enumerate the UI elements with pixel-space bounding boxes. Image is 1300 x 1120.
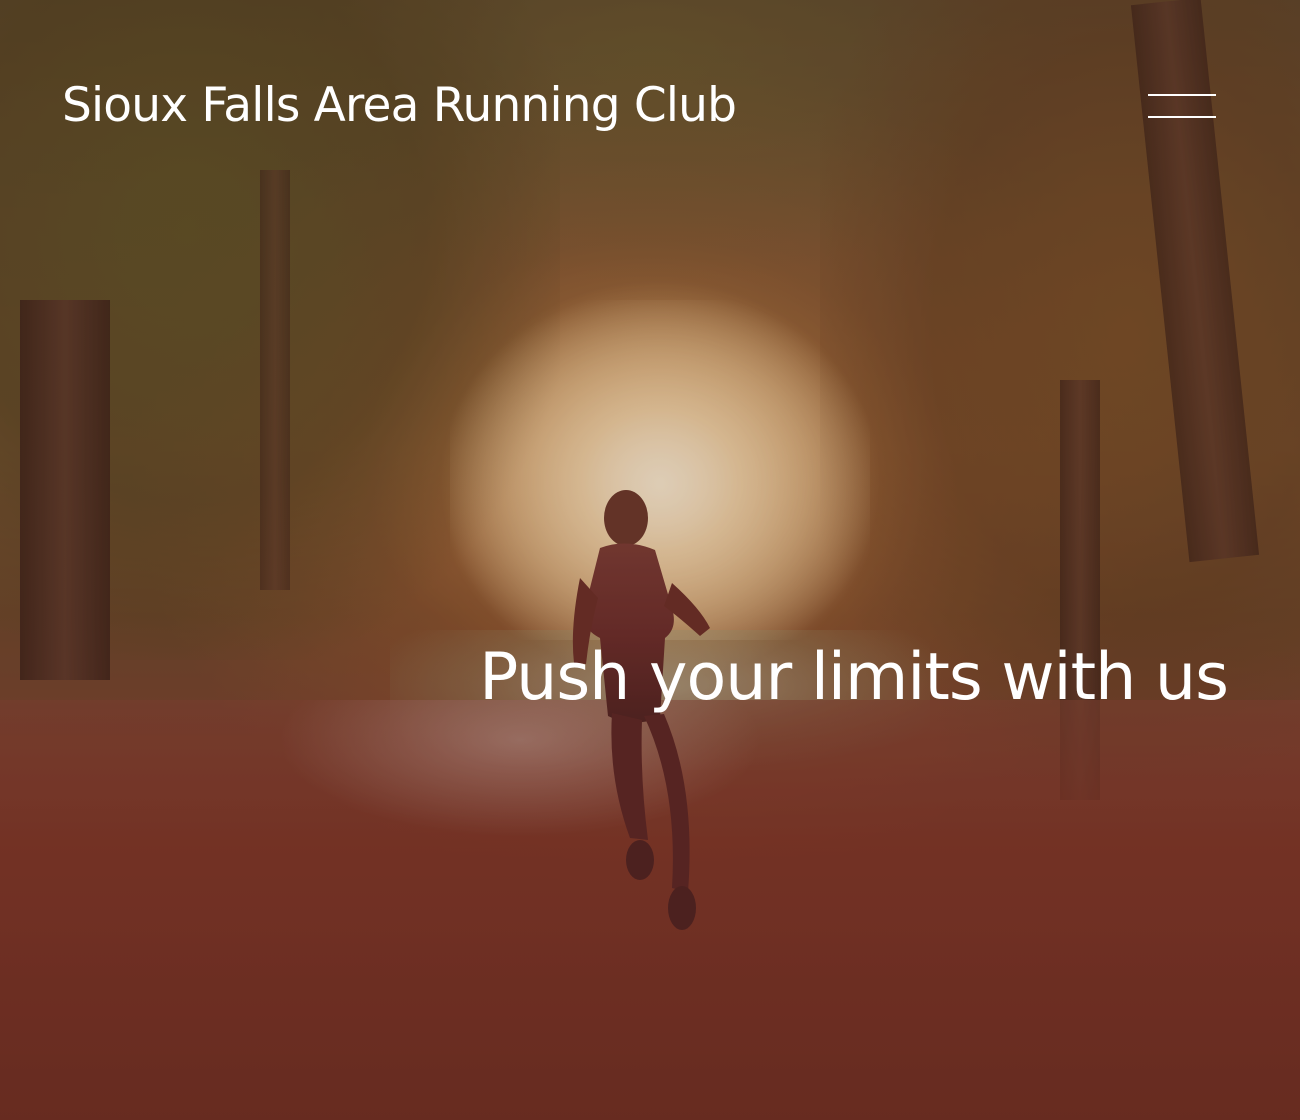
hero-section: Sioux Falls Area Running Club Push your … — [0, 0, 1300, 1120]
hamburger-menu-icon — [1148, 94, 1216, 96]
hamburger-menu-button[interactable] — [1142, 88, 1222, 126]
hamburger-menu-icon-line — [1148, 116, 1216, 118]
hero-tagline: Push your limits with us — [479, 640, 1229, 715]
site-title-link[interactable]: Sioux Falls Area Running Club — [62, 78, 737, 133]
